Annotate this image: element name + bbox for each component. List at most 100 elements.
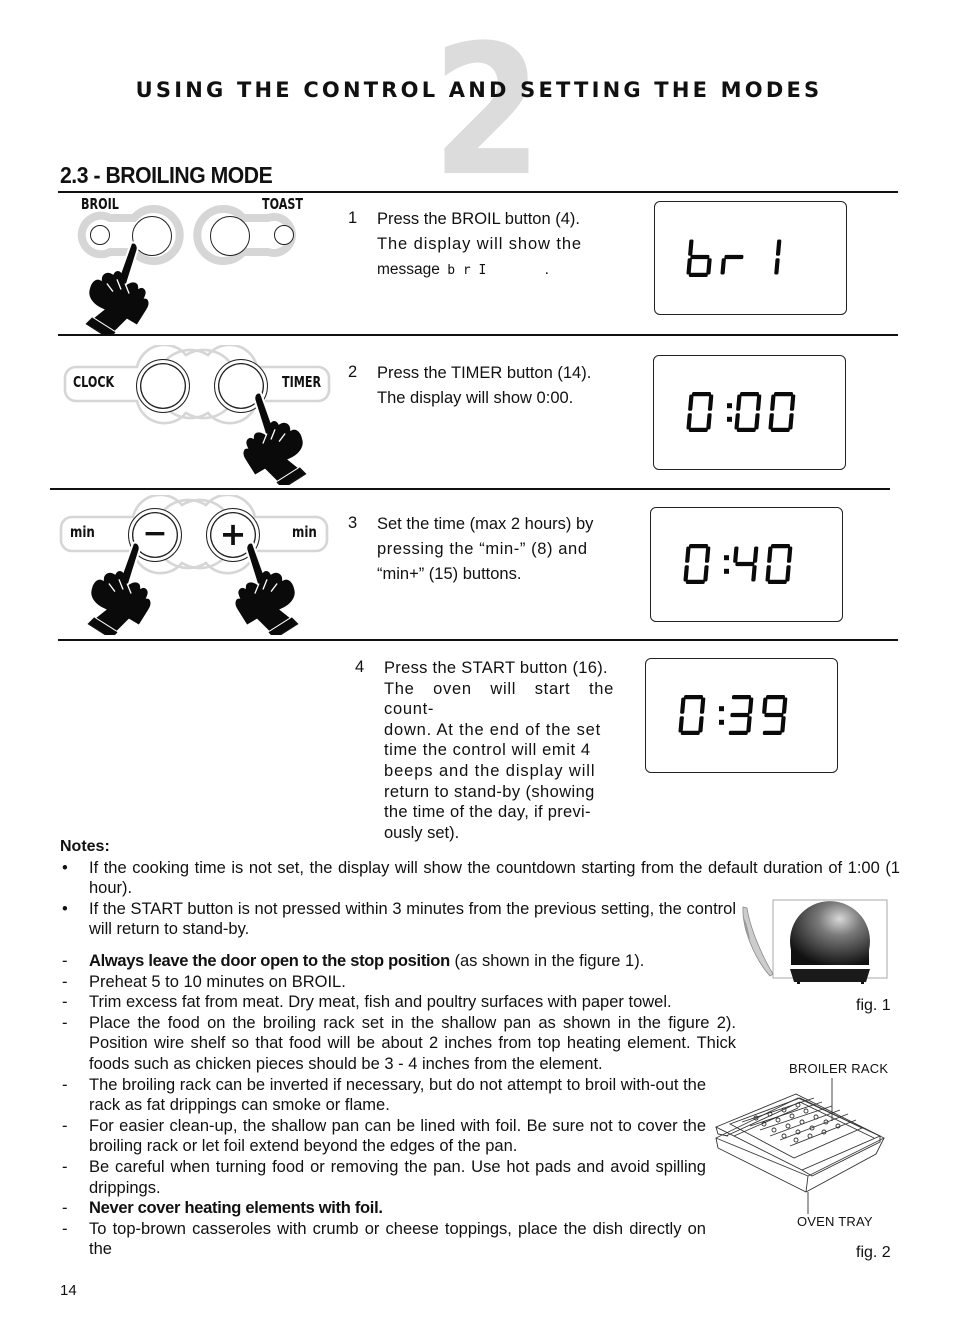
note-dash-item: - The broiling rack can be inverted if ne… <box>60 1075 706 1116</box>
lcd-segment <box>767 579 787 584</box>
step-number: 3 <box>348 514 358 532</box>
lcd-segment <box>688 394 694 411</box>
oven-tray-label: OVEN TRAY <box>797 1214 873 1229</box>
step-line: Press the START button (16). <box>384 659 608 677</box>
lcd-segment <box>752 546 759 563</box>
lcd-segment <box>734 412 740 429</box>
lcd-segment <box>736 394 742 411</box>
divider <box>58 191 898 193</box>
lcd-segment <box>765 694 785 699</box>
lcd-segment <box>751 564 757 581</box>
pointing-hand-icon <box>80 539 162 635</box>
lcd-readout <box>683 543 793 584</box>
lcd-segment <box>728 730 748 735</box>
step-line: return to stand-by (showing <box>384 782 595 801</box>
lcd-display <box>645 658 838 773</box>
step-line: Press the TIMER button (14). <box>377 364 592 382</box>
lcd-segment <box>706 258 712 275</box>
note-body: Preheat 5 to 10 minutes on BROIL. <box>89 972 346 991</box>
lcd-segment <box>683 694 703 699</box>
note-dash-item: - Trim excess fat from meat. Dry meat, fi… <box>60 992 900 1013</box>
lcd-segment <box>773 391 793 396</box>
lcd-readout <box>678 694 788 735</box>
note-body: The broiling rack can be inverted if nec… <box>89 1075 706 1115</box>
step-line: message <box>377 261 440 278</box>
dash-icon: - <box>62 1013 68 1032</box>
bullet-icon: • <box>62 858 68 877</box>
step-line: down. At the end of the set <box>384 720 601 739</box>
lcd-segment <box>733 546 739 563</box>
lcd-segment <box>768 412 774 429</box>
lcd-segment <box>770 394 776 411</box>
lcd-segment <box>707 394 714 411</box>
lcd-segment <box>724 254 744 260</box>
lcd-segment <box>762 697 768 714</box>
step-instruction: Press the START button (16). The oven wi… <box>384 658 614 843</box>
figure-1-caption: fig. 1 <box>856 997 891 1014</box>
clock-button[interactable] <box>136 359 190 413</box>
note-text: Be careful when turning food or removing… <box>89 1157 706 1198</box>
lcd-segment <box>770 427 790 432</box>
lcd-segment <box>678 715 684 732</box>
lcd-colon <box>724 568 729 574</box>
dash-icon: - <box>62 972 68 991</box>
lcd-segment <box>730 712 750 717</box>
figure-2-broiler-rack <box>712 1076 892 1216</box>
chapter-title: USING THE CONTROL AND SETTING THE MODES <box>135 78 823 102</box>
lcd-segment <box>683 564 689 581</box>
lcd-segment <box>785 564 791 581</box>
lcd-readout <box>686 239 782 277</box>
step-instruction: Set the time (max 2 hours) by pressing t… <box>377 512 607 587</box>
lcd-segment <box>767 546 773 563</box>
note-dash-item: - Never cover heating elements with foil. <box>60 1198 706 1219</box>
lcd-segment <box>764 712 784 717</box>
bullet-icon: • <box>62 899 68 918</box>
lcd-segment <box>739 391 759 396</box>
pointing-hand-icon <box>224 539 306 635</box>
lcd-segment <box>736 427 756 432</box>
lcd-segment <box>690 254 710 260</box>
lcd-segment <box>755 394 762 411</box>
lcd-segment <box>685 579 705 584</box>
page-number: 14 <box>60 1282 77 1299</box>
lcd-segment <box>685 546 691 563</box>
notes-heading: Notes: <box>60 838 110 855</box>
lcd-segment <box>746 715 752 732</box>
step-line: beeps and the display will <box>384 761 596 780</box>
note-bullet: • If the cooking time is not set, the di… <box>60 858 900 899</box>
divider <box>50 488 890 490</box>
note-body: For easier clean-up, the shallow pan can… <box>89 1116 706 1156</box>
pointing-hand-icon <box>232 389 314 485</box>
pointing-hand-icon <box>78 239 160 335</box>
lcd-segment <box>691 391 711 396</box>
toast-button[interactable] <box>210 216 250 256</box>
lcd-segment <box>699 697 706 714</box>
lcd-segment <box>765 564 771 581</box>
dash-icon: - <box>62 1116 68 1135</box>
lcd-segment <box>731 694 751 699</box>
lcd-display <box>654 201 847 315</box>
lcd-colon <box>727 416 732 422</box>
lcd-segment <box>688 543 708 548</box>
section-title: 2.3 - BROILING MODE <box>60 162 273 188</box>
lcd-segment <box>780 715 786 732</box>
step-instruction: Press the TIMER button (14). The display… <box>377 361 617 411</box>
figure-1-oven <box>740 898 890 988</box>
step-line: The display will show 0:00. <box>377 389 574 407</box>
step-line: The oven will start the count- <box>384 679 614 719</box>
lcd-colon <box>719 719 724 725</box>
lcd-segment <box>680 697 686 714</box>
lcd-colon <box>719 705 724 711</box>
lcd-segment <box>788 412 794 429</box>
note-bullet: • If the START button is not pressed wit… <box>60 899 736 940</box>
lcd-segment <box>703 564 709 581</box>
note-dash-item: - To top-brown casseroles with crumb or c… <box>60 1219 706 1260</box>
lcd-display <box>650 507 843 622</box>
note-text: If the START button is not pressed withi… <box>89 899 736 939</box>
note-text: If the cooking time is not set, the disp… <box>89 858 900 898</box>
lcd-segment <box>686 258 692 275</box>
step-line: the time of the day, if previ- <box>384 803 591 822</box>
note-body: Place the food on the broiling rack set … <box>89 1013 736 1073</box>
note-emphasis: Always leave the door open to the stop p… <box>89 951 450 970</box>
lcd-segment <box>686 412 692 429</box>
